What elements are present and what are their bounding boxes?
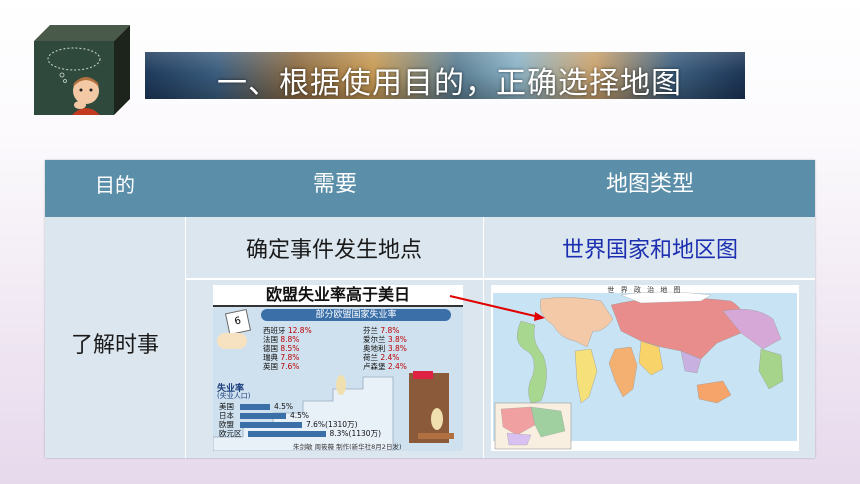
news-headline: 欧盟失业率高于美日 bbox=[265, 285, 410, 304]
header-need: 需要 bbox=[312, 172, 357, 197]
world-political-map: 世 界 政 治 地 图 bbox=[491, 285, 799, 451]
thinking-cube-icon bbox=[34, 25, 130, 115]
purpose-cell: 了解时事 bbox=[70, 333, 159, 358]
column-divider bbox=[483, 217, 484, 458]
calendar-icon: 6 bbox=[224, 308, 252, 336]
header-purpose: 目的 bbox=[95, 173, 135, 197]
map-type-cell: 世界国家和地区图 bbox=[561, 238, 738, 263]
world-map-title: 世 界 政 治 地 图 bbox=[607, 286, 683, 294]
compare-bar bbox=[247, 431, 326, 437]
unemployment-news-image: 欧盟失业率高于美日 部分欧盟国家失业率 6 西班牙 12.8% 芬兰 7.8% 法国… bbox=[213, 285, 463, 451]
slide-title: 一、根据使用目的，正确选择地图 bbox=[217, 66, 682, 99]
news-compare-row: 欧元区 8.3%(1130万) bbox=[219, 428, 381, 439]
need-cell: 确定事件发生地点 bbox=[245, 238, 422, 263]
world-map-graphic bbox=[493, 291, 797, 450]
unemployment-box-sub: (失业人口) bbox=[217, 392, 251, 400]
pointing-hand-icon bbox=[217, 333, 247, 349]
map-purpose-table: 目的 需要 地图类型 了解时事 确定事件发生地点 世界国家和地区图 欧盟失业率高… bbox=[45, 160, 815, 458]
compare-value: 8.3%(1130万) bbox=[329, 429, 382, 438]
header-map-type: 地图类型 bbox=[605, 172, 694, 197]
news-credit: 朱剑敏 周筱薇 制作(新华社8月2日发) bbox=[293, 443, 402, 451]
compare-label: 欧元区 bbox=[219, 429, 242, 438]
row-divider bbox=[185, 278, 815, 280]
title-banner: 一、根据使用目的，正确选择地图 bbox=[145, 52, 745, 99]
table-header: 目的 需要 地图类型 bbox=[45, 160, 815, 217]
news-subtitle: 部分欧盟国家失业率 bbox=[315, 310, 397, 320]
